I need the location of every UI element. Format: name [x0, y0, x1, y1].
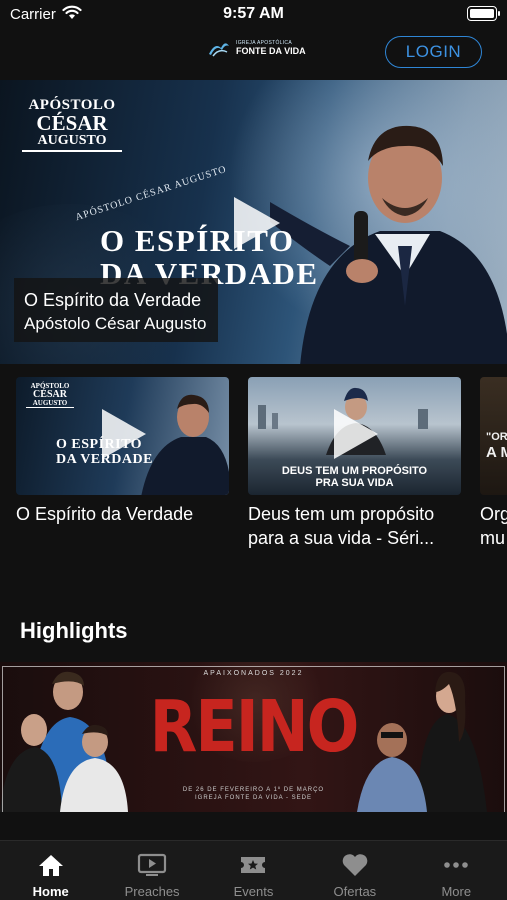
- hero-caption-title: O Espírito da Verdade: [24, 290, 202, 310]
- tab-preaches-label: Preaches: [124, 884, 180, 899]
- bottom-tab-bar: Home Preaches Events Ofertas More: [0, 840, 507, 900]
- banner-dates: DE 26 DE FEVEREIRO A 1º DE MARÇO IGREJA …: [0, 786, 507, 802]
- thumb-title-line2: A M: [486, 444, 507, 461]
- poster-title-line1: O ESPÍRITO: [100, 223, 295, 258]
- tab-preaches[interactable]: Preaches: [101, 841, 202, 900]
- sermon-carousel[interactable]: APÓSTOLO CÉSAR AUGUSTO O ESPÍRITO DA VER…: [0, 377, 507, 552]
- highlight-banner[interactable]: APAIXONADOS 2022 REINO DE 26 DE FEVEREIR…: [0, 662, 507, 812]
- sermon-card-title: Org mu: [480, 504, 507, 548]
- banner-subtag: APAIXONADOS 2022: [203, 670, 304, 677]
- sermon-card-title: Deus tem um propósito para a sua vida - …: [248, 504, 435, 548]
- login-button[interactable]: LOGIN: [385, 36, 482, 68]
- sermon-card[interactable]: DEUS TEM UM PROPÓSITO PRA SUA VIDA Deus …: [248, 377, 461, 550]
- play-icon[interactable]: [230, 195, 282, 251]
- ticket-icon: [241, 857, 266, 873]
- heart-icon: [342, 854, 368, 876]
- thumb-title-line1: "ORG: [486, 431, 507, 443]
- poster-name-line3: AUGUSTO: [22, 134, 122, 152]
- sermon-card[interactable]: "ORG A M Org mu: [480, 377, 507, 550]
- poster-apostle-name: APÓSTOLO CÉSAR AUGUSTO: [22, 98, 122, 152]
- poster-name-line2: CÉSAR: [36, 111, 108, 135]
- sermon-thumbnail[interactable]: "ORG A M: [480, 377, 507, 495]
- sermon-thumbnail[interactable]: APÓSTOLO CÉSAR AUGUSTO O ESPÍRITO DA VER…: [16, 377, 229, 495]
- app-header: IGREJA APOSTÓLICA FONTE DA VIDA LOGIN: [0, 30, 507, 78]
- logo-small-text: IGREJA APOSTÓLICA: [236, 39, 292, 46]
- tab-ofertas[interactable]: Ofertas: [304, 841, 405, 900]
- sermon-card[interactable]: APÓSTOLO CÉSAR AUGUSTO O ESPÍRITO DA VER…: [16, 377, 229, 526]
- sermon-card-title: O Espírito da Verdade: [16, 504, 194, 524]
- thumb-title-line1: DEUS TEM UM PROPÓSITO: [281, 465, 428, 477]
- status-bar: Carrier 9:57 AM: [0, 0, 507, 30]
- tab-more-label: More: [441, 884, 472, 899]
- play-icon[interactable]: [330, 407, 380, 461]
- logo-big-text: FONTE DA VIDA: [236, 45, 306, 56]
- banner-title: REINO: [149, 684, 360, 769]
- poster-arc-text: APÓSTOLO CÉSAR AUGUSTO: [74, 163, 229, 224]
- hero-caption: O Espírito da Verdade Apóstolo César Aug…: [14, 278, 219, 342]
- highlights-heading: Highlights: [20, 618, 128, 643]
- featured-hero[interactable]: APÓSTOLO CÉSAR AUGUSTO APÓSTOLO CÉSAR AU…: [0, 80, 507, 364]
- banner-dates-line1: DE 26 DE FEVEREIRO A 1º DE MARÇO: [182, 787, 325, 793]
- thumb-title-line2: PRA SUA VIDA: [315, 477, 394, 489]
- church-logo[interactable]: IGREJA APOSTÓLICA FONTE DA VIDA: [207, 38, 306, 58]
- thumb-name-line3: AUGUSTO: [26, 400, 74, 408]
- more-icon: [444, 862, 469, 868]
- tab-more[interactable]: More: [406, 841, 507, 900]
- tab-events-label: Events: [233, 884, 274, 899]
- hero-caption-subtitle: Apóstolo César Augusto: [24, 314, 207, 333]
- home-icon: [38, 855, 63, 876]
- tab-home-label: Home: [32, 884, 69, 899]
- sermon-thumbnail[interactable]: DEUS TEM UM PROPÓSITO PRA SUA VIDA: [248, 377, 461, 495]
- fountain-logo-icon: [209, 43, 229, 57]
- tab-ofertas-label: Ofertas: [333, 884, 377, 899]
- tab-home[interactable]: Home: [0, 841, 101, 900]
- tab-events[interactable]: Events: [203, 841, 304, 900]
- play-icon[interactable]: [98, 407, 148, 461]
- banner-dates-line2: IGREJA FONTE DA VIDA - SEDE: [194, 795, 313, 801]
- battery-icon: [467, 6, 500, 21]
- clock: 9:57 AM: [223, 5, 284, 22]
- video-icon: [137, 853, 167, 876]
